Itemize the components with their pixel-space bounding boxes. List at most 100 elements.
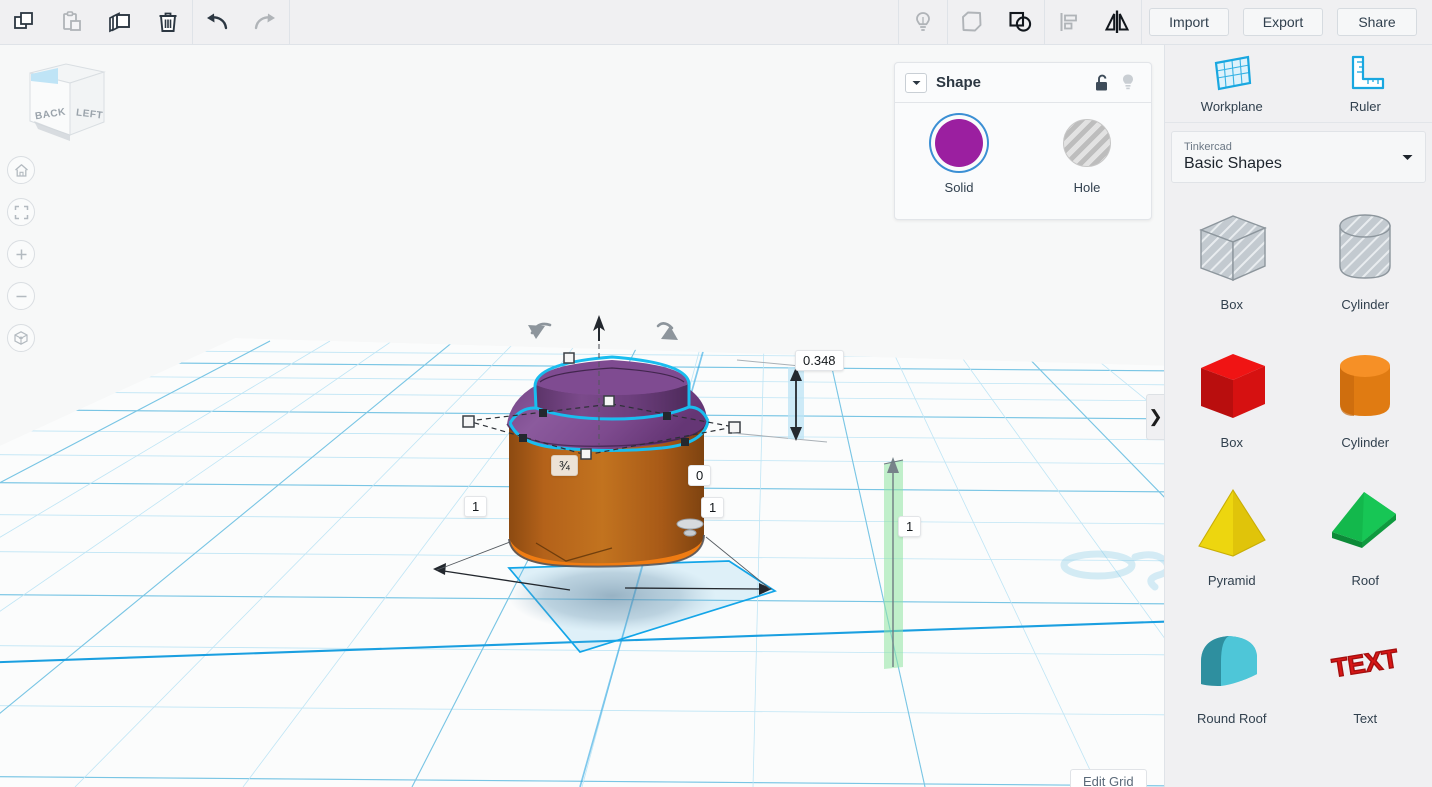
scale-handle-edge[interactable] — [539, 409, 547, 417]
pyramid-thumbnail — [1186, 479, 1278, 571]
arrange-tool-group — [1045, 0, 1141, 45]
shape-label: Cylinder — [1341, 435, 1390, 450]
shapes-sidebar: Workplane Ruler Tinkercad Basic Shapes B… — [1164, 45, 1432, 787]
duplicate-icon — [109, 12, 130, 33]
height-handle[interactable] — [563, 352, 575, 364]
shape-label: Text — [1353, 711, 1378, 726]
chevron-down-icon — [1402, 154, 1413, 160]
mirror-button[interactable] — [1093, 0, 1141, 45]
delete-button[interactable] — [144, 0, 192, 45]
trash-icon — [159, 12, 177, 32]
cylinder-thumbnail — [1319, 341, 1411, 433]
ruler-height-label[interactable]: 1 — [898, 516, 922, 537]
cylinder-icon — [1340, 355, 1391, 416]
shape-library-sublabel: Tinkercad — [1184, 141, 1232, 153]
box-icon — [1200, 354, 1265, 418]
zoom-in-button[interactable] — [7, 240, 35, 268]
top-toolbar: Import Export Share — [0, 0, 1432, 45]
shape-item-round-roof[interactable]: Round Roof — [1165, 609, 1299, 747]
home-view-button[interactable] — [7, 156, 35, 184]
hole-label: Hole — [1073, 180, 1101, 195]
rotate-handle-right[interactable] — [656, 322, 678, 340]
pyramid-icon — [1197, 488, 1266, 557]
file-actions-group: Import Export Share — [1142, 8, 1432, 36]
shape-label: Round Roof — [1197, 711, 1267, 726]
group-button[interactable] — [948, 0, 996, 45]
shape-item-pyramid[interactable]: Pyramid — [1165, 471, 1299, 609]
lock-toggle-button[interactable] — [1089, 74, 1115, 92]
align-button[interactable] — [1045, 0, 1093, 45]
workplane-tool[interactable]: Workplane — [1165, 45, 1299, 122]
history-tool-group — [193, 0, 289, 45]
shape-properties-panel: Shape Solid Hole — [894, 62, 1152, 220]
view-cube-icon — [29, 63, 106, 141]
copy-button[interactable] — [0, 0, 48, 45]
redo-button[interactable] — [241, 0, 289, 45]
duplicate-button[interactable] — [96, 0, 144, 45]
shape-item-roof[interactable]: Roof — [1299, 471, 1432, 609]
scale-handle-corner[interactable] — [580, 448, 592, 460]
paste-button[interactable] — [48, 0, 96, 45]
scale-handle-corner[interactable] — [603, 395, 615, 407]
ruler-measure-column[interactable] — [883, 457, 904, 669]
shape-item-box[interactable]: Box — [1165, 333, 1299, 471]
box-hole-thumbnail — [1186, 203, 1278, 295]
projection-toggle-button[interactable] — [7, 324, 35, 352]
design-canvas[interactable]: BACK LEFT Shape Solid Hole 0.348 ¾ 0 1 1… — [0, 45, 1164, 787]
light-tool-group — [899, 0, 947, 45]
svg-text:TEXT: TEXT — [1330, 643, 1400, 683]
round-roof-thumbnail — [1186, 617, 1278, 709]
height-dimension-label[interactable]: 0.348 — [795, 350, 844, 371]
shape-item-cylinder[interactable]: Cylinder — [1299, 333, 1432, 471]
roof-thumbnail — [1319, 479, 1411, 571]
depth-dimension-label[interactable]: 1 — [701, 497, 725, 518]
rotate-handle-left[interactable] — [528, 322, 552, 339]
undo-arrow-icon — [207, 13, 228, 30]
ruler-icon — [1352, 55, 1385, 90]
object-shadow — [508, 560, 716, 632]
plus-icon — [16, 249, 26, 259]
zoom-out-button[interactable] — [7, 282, 35, 310]
text-thumbnail: TEXT — [1319, 617, 1411, 709]
shape-item-text[interactable]: TEXT Text — [1299, 609, 1432, 747]
light-button[interactable] — [899, 0, 947, 45]
copy-icon — [14, 12, 33, 29]
view-cube[interactable]: BACK LEFT — [14, 59, 114, 147]
undo-button[interactable] — [193, 0, 241, 45]
shape-item-cylinder-hole[interactable]: Cylinder — [1299, 195, 1432, 333]
shape-label: Roof — [1351, 573, 1379, 588]
solid-option[interactable]: Solid — [895, 119, 1023, 195]
tinkercad-editor: Import Export Share BACK LEFT Shape Soli… — [0, 0, 1432, 787]
ungroup-button[interactable] — [996, 0, 1044, 45]
scale-handle-corner[interactable] — [728, 421, 741, 434]
panel-collapse-tab[interactable]: ❯ — [1146, 394, 1164, 440]
export-button[interactable]: Export — [1243, 8, 1323, 36]
shape-library-label: Basic Shapes — [1184, 155, 1282, 172]
shape-library-dropdown[interactable]: Tinkercad Basic Shapes — [1171, 131, 1426, 183]
scale-handle-corner[interactable] — [462, 415, 475, 428]
text-icon: TEXT — [1329, 642, 1401, 683]
chevron-down-icon — [912, 80, 920, 85]
shape-panel-collapse-button[interactable] — [905, 72, 927, 93]
shape-label: Pyramid — [1207, 573, 1256, 588]
lightbulb-icon — [1123, 74, 1133, 90]
scale-handle-edge[interactable] — [681, 438, 689, 446]
shape-item-box-hole[interactable]: Box — [1165, 195, 1299, 333]
fit-view-button[interactable] — [7, 198, 35, 226]
cylinder-hatched-icon — [1339, 214, 1391, 279]
edit-grid-button[interactable]: Edit Grid — [1070, 769, 1147, 787]
hole-option[interactable]: Hole — [1023, 119, 1151, 195]
minus-icon — [16, 295, 26, 297]
move-up-handle[interactable] — [593, 315, 605, 341]
scale-handle-edge[interactable] — [663, 412, 671, 420]
paste-icon — [63, 11, 81, 31]
light-toggle-button[interactable] — [1115, 73, 1141, 92]
scale-handle-edge[interactable] — [519, 434, 527, 442]
width-dimension-label[interactable]: 1 — [464, 496, 488, 517]
import-button[interactable]: Import — [1149, 8, 1229, 36]
radius-dimension-label[interactable]: ¾ — [551, 455, 578, 476]
home-icon — [14, 163, 28, 177]
share-button[interactable]: Share — [1337, 8, 1417, 36]
ruler-tool[interactable]: Ruler — [1299, 45, 1432, 122]
z-offset-label[interactable]: 0 — [688, 465, 712, 486]
